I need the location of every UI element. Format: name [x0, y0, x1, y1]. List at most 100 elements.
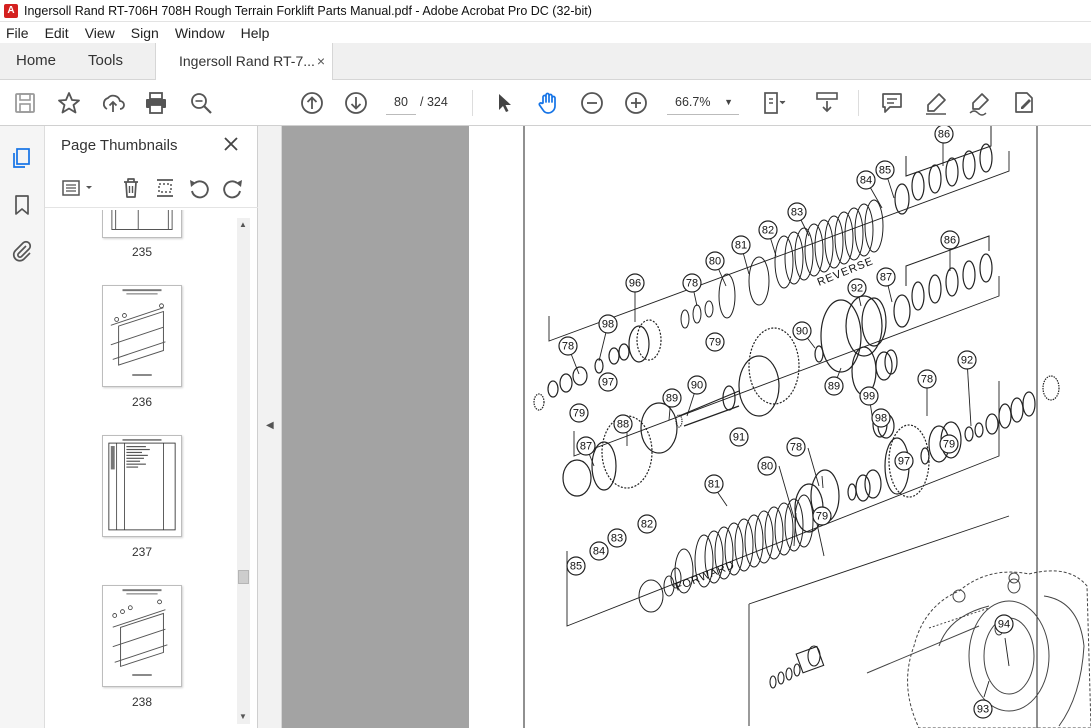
save-icon[interactable]: [12, 90, 38, 116]
svg-text:97: 97: [898, 456, 910, 468]
attachment-icon[interactable]: [10, 239, 34, 263]
fit-page-icon[interactable]: [760, 90, 786, 116]
scroll-up-icon[interactable]: ▲: [239, 220, 247, 229]
callout-98: 98: [598, 314, 618, 334]
svg-text:78: 78: [790, 442, 802, 454]
svg-text:79: 79: [709, 337, 721, 349]
svg-text:85: 85: [570, 561, 582, 573]
tab-document[interactable]: Ingersoll Rand RT-7... ×: [155, 43, 333, 81]
callout-90: 90: [792, 321, 812, 341]
callout-86: 86: [934, 126, 954, 144]
callout-89: 89: [824, 376, 844, 396]
print-icon[interactable]: [143, 90, 169, 116]
star-icon[interactable]: [56, 90, 82, 116]
document-viewport[interactable]: REVERSE FORWARD 86 85 84 83 82 81 80 96 78 98 79 97…: [282, 126, 1091, 728]
thumbnail-label: 236: [131, 395, 153, 409]
menu-help[interactable]: Help: [241, 25, 270, 41]
callout-82: 82: [758, 220, 778, 240]
menu-sign[interactable]: Sign: [131, 25, 159, 41]
hand-icon[interactable]: [535, 90, 561, 116]
callout-78: 78: [917, 369, 937, 389]
callout-78: 78: [558, 336, 578, 356]
thumbnail-page[interactable]: [102, 285, 182, 387]
rotate-right-icon[interactable]: [221, 176, 245, 200]
upload-icon[interactable]: [100, 90, 126, 116]
rotate-left-icon[interactable]: [187, 176, 211, 200]
svg-text:87: 87: [580, 441, 592, 453]
svg-text:83: 83: [611, 533, 623, 545]
svg-text:82: 82: [762, 225, 774, 237]
menu-view[interactable]: View: [85, 25, 115, 41]
title-bar: A Ingersoll Rand RT-706H 708H Rough Terr…: [0, 0, 1091, 22]
arrow-up-circle-icon[interactable]: [299, 90, 325, 116]
scroll-mode-icon[interactable]: [814, 90, 840, 116]
navigation-rail: [0, 126, 45, 728]
zoom-level-select[interactable]: 66.7% ▼: [667, 89, 739, 115]
menu-file[interactable]: File: [6, 25, 29, 41]
minus-circle-icon[interactable]: [579, 90, 605, 116]
thumbnail-page[interactable]: [102, 435, 182, 537]
panel-collapse-strip[interactable]: ◀: [258, 126, 282, 728]
tab-bar: Home Tools Ingersoll Rand RT-7... ×: [0, 43, 1091, 81]
svg-text:79: 79: [816, 511, 828, 523]
thumbnails-panel: Page Thumbnails 235 236 237 238 ▲ ▼: [45, 126, 258, 728]
thumbnail-page[interactable]: [102, 585, 182, 687]
page-number-input[interactable]: 80: [386, 89, 416, 115]
thumbnail-scrollbar[interactable]: ▲ ▼: [237, 218, 250, 724]
comment-icon[interactable]: [879, 90, 905, 116]
trash-icon[interactable]: [119, 176, 143, 200]
svg-text:92: 92: [961, 355, 973, 367]
fill-sign-icon[interactable]: [1011, 90, 1037, 116]
options-menu-icon[interactable]: [61, 176, 97, 200]
svg-text:84: 84: [593, 546, 605, 558]
callout-90: 90: [687, 375, 707, 395]
chevron-down-icon: ▼: [724, 97, 733, 107]
tab-tools[interactable]: Tools: [88, 43, 123, 80]
callout-81: 81: [731, 235, 751, 255]
zoom-search-icon[interactable]: [188, 90, 214, 116]
highlight-pen-icon[interactable]: [923, 90, 949, 116]
callout-78: 78: [786, 437, 806, 457]
tab-close-button[interactable]: ×: [317, 43, 325, 79]
scroll-down-icon[interactable]: ▼: [239, 712, 247, 721]
thumbnail-page[interactable]: [102, 210, 182, 238]
menu-window[interactable]: Window: [175, 25, 225, 41]
callout-89: 89: [662, 388, 682, 408]
sign-pen-icon[interactable]: [967, 90, 993, 116]
collapse-panel-icon[interactable]: ◀: [266, 420, 274, 431]
svg-text:80: 80: [761, 461, 773, 473]
svg-text:86: 86: [944, 235, 956, 247]
callout-91: 91: [729, 427, 749, 447]
scrollbar-thumb[interactable]: [238, 570, 249, 584]
svg-text:98: 98: [875, 413, 887, 425]
bookmark-icon[interactable]: [10, 193, 34, 217]
menu-edit[interactable]: Edit: [45, 25, 69, 41]
thumbnail-toolbar: [45, 170, 258, 208]
page-total-label: / 324: [420, 95, 448, 109]
arrow-down-circle-icon[interactable]: [343, 90, 369, 116]
callout-84: 84: [589, 541, 609, 561]
callout-81: 81: [704, 474, 724, 494]
svg-text:80: 80: [709, 256, 721, 268]
page-thumbnails-icon[interactable]: [10, 146, 34, 170]
callout-92: 92: [957, 350, 977, 370]
window-title: Ingersoll Rand RT-706H 708H Rough Terrai…: [24, 3, 592, 18]
plus-circle-icon[interactable]: [623, 90, 649, 116]
svg-text:79: 79: [943, 439, 955, 451]
insert-pages-icon[interactable]: [153, 176, 177, 200]
svg-text:78: 78: [686, 278, 698, 290]
svg-text:84: 84: [860, 175, 872, 187]
svg-text:98: 98: [602, 319, 614, 331]
svg-text:82: 82: [641, 519, 653, 531]
cursor-arrow-icon[interactable]: [491, 90, 517, 116]
main-toolbar: 80 / 324 66.7% ▼: [0, 80, 1091, 126]
acrobat-logo-icon: A: [4, 3, 18, 18]
thumbnail-label: 237: [131, 545, 153, 559]
callout-97: 97: [598, 372, 618, 392]
tab-home[interactable]: Home: [16, 43, 56, 80]
close-icon[interactable]: [220, 133, 242, 155]
svg-text:88: 88: [617, 419, 629, 431]
panel-title: Page Thumbnails: [61, 137, 178, 154]
zoom-level-value: 66.7%: [675, 95, 711, 109]
exploded-parts-diagram: REVERSE FORWARD 8685848382818096 78987997…: [523, 126, 1091, 728]
